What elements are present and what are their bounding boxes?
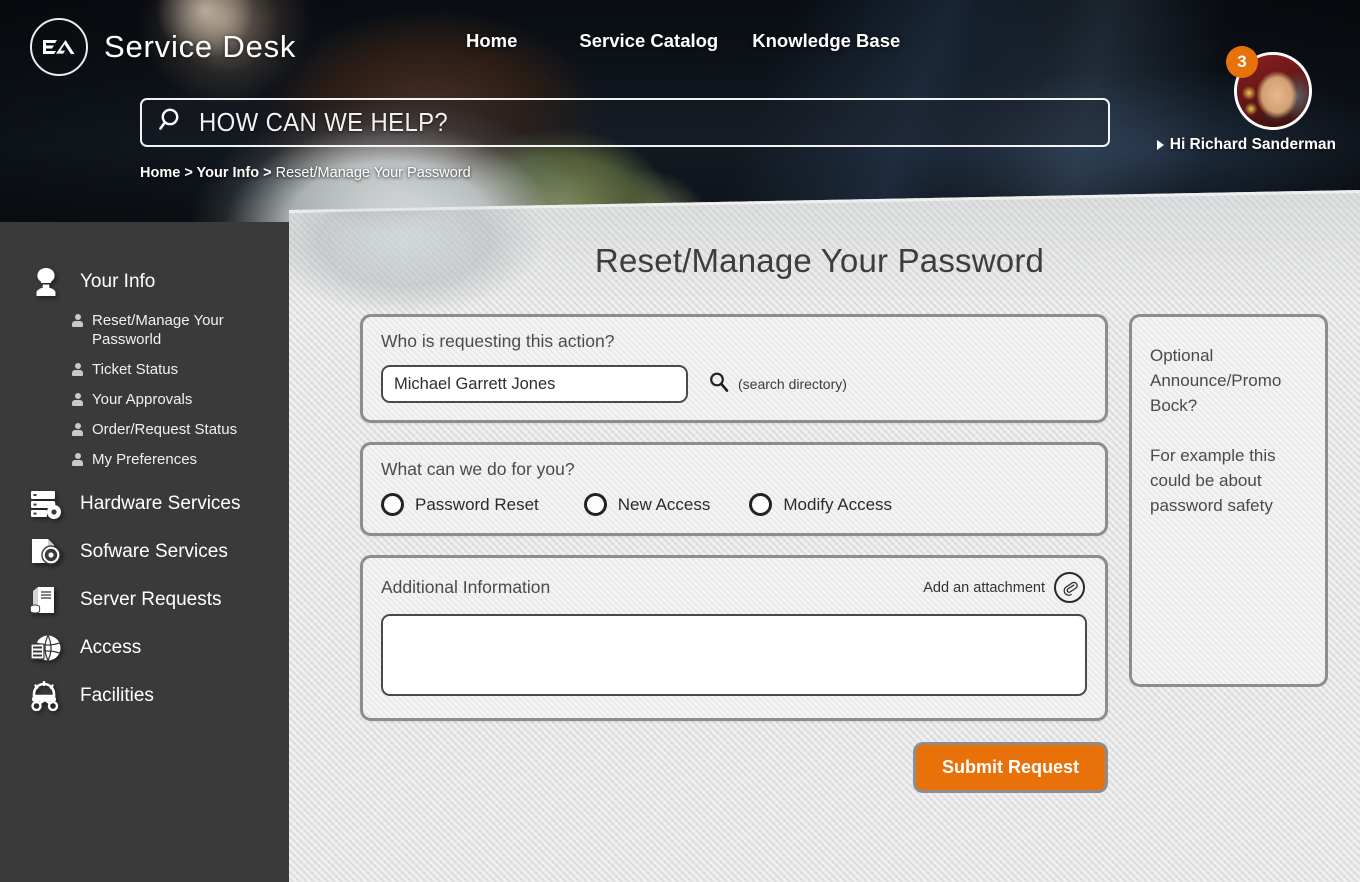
brand-logo-area[interactable]: Service Desk [30, 18, 296, 76]
globe-server-icon [26, 629, 66, 667]
add-attachment-button[interactable]: Add an attachment [923, 572, 1087, 603]
sidebar-item-label: Access [80, 637, 142, 658]
add-attachment-label: Add an attachment [923, 579, 1045, 596]
radio-circle-icon[interactable] [381, 493, 404, 516]
submit-request-button[interactable]: Submit Request [912, 742, 1108, 793]
brand-title: Service Desk [104, 29, 297, 64]
sidebar-item-label: Your Info [80, 270, 156, 292]
breadcrumb-trail[interactable]: Home > Your Info > [140, 165, 272, 181]
notification-badge[interactable]: 3 [1226, 46, 1258, 78]
sidebar-item-hardware-services[interactable]: Hardware Services [0, 480, 289, 528]
radio-circle-icon[interactable] [583, 493, 607, 516]
requester-input[interactable] [381, 365, 688, 403]
avatar-wrapper[interactable]: 3 [1226, 46, 1312, 130]
sidebar: Your Info Reset/Manage Your Passworld Ti… [0, 222, 289, 882]
additional-information-card: Additional Information Add an attachment [360, 555, 1108, 721]
sidebar-item-server-requests[interactable]: Server Requests [0, 576, 289, 624]
sidebar-item-ticket-status[interactable]: Ticket Status [72, 360, 289, 379]
search-icon [158, 106, 186, 139]
top-navigation: Home Service Catalog Knowledge Base [466, 30, 900, 52]
person-small-icon [72, 423, 83, 437]
sidebar-subitem-label: Your Approvals [92, 391, 193, 408]
sidebar-subitem-label: Order/Request Status [92, 421, 238, 438]
sidebar-item-your-info[interactable]: Your Info [0, 258, 289, 305]
submit-row: Submit Request [360, 742, 1108, 793]
person-small-icon [72, 314, 83, 328]
promo-body: For example this could be about password… [1150, 446, 1276, 515]
breadcrumb-current: Reset/Manage Your Password [275, 165, 471, 181]
sidebar-item-access[interactable]: Access [0, 624, 289, 672]
promo-heading: Optional Announce/Promo Bock? [1150, 346, 1282, 415]
service-desk-page: Service Desk Home Service Catalog Knowle… [0, 0, 1360, 882]
action-label: What can we do for you? [381, 459, 575, 479]
radio-modify-access[interactable]: Modify Access [749, 493, 892, 516]
search-directory-link[interactable]: (search directory) [708, 371, 847, 398]
requester-label: Who is requesting this action? [381, 331, 615, 351]
user-greeting[interactable]: Hi Richard Sanderman [1120, 136, 1340, 154]
gear-wrench-icon [26, 677, 66, 715]
radio-label: Modify Access [783, 494, 893, 514]
content-panel: Reset/Manage Your Password Who is reques… [289, 190, 1360, 882]
person-small-icon [72, 393, 83, 407]
global-search-bar[interactable]: HOW CAN WE HELP? [140, 98, 1110, 147]
sidebar-subitem-label: My Preferences [92, 451, 198, 468]
search-directory-label: (search directory) [738, 376, 847, 392]
server-rack-icon [26, 581, 66, 619]
additional-information-header: Additional Information Add an attachment [381, 572, 1087, 603]
chevron-right-icon [1156, 140, 1164, 150]
radio-label: Password Reset [415, 494, 539, 514]
search-input[interactable]: HOW CAN WE HELP? [199, 107, 448, 138]
requester-row: (search directory) [381, 365, 1087, 403]
sidebar-item-your-approvals[interactable]: Your Approvals [72, 390, 289, 409]
sidebar-item-software-services[interactable]: Sofware Services [0, 528, 289, 576]
disc-document-icon [26, 533, 66, 571]
person-small-icon [72, 453, 83, 467]
user-greeting-label: Hi Richard Sanderman [1169, 136, 1336, 153]
ea-logo-icon [30, 18, 88, 76]
radio-label: New Access [617, 494, 711, 514]
sidebar-item-facilities[interactable]: Facilities [0, 672, 289, 720]
sidebar-sublist-your-info: Reset/Manage Your Passworld Ticket Statu… [0, 305, 289, 469]
sidebar-subitem-label: Reset/Manage Your Passworld [92, 312, 224, 348]
action-card: What can we do for you? Password Reset N… [360, 442, 1108, 536]
radio-new-access[interactable]: New Access [583, 493, 711, 516]
action-radio-group: Password Reset New Access Modify Access [381, 493, 1087, 516]
sidebar-item-label: Facilities [80, 685, 154, 706]
sidebar-group-your-info: Your Info Reset/Manage Your Passworld Ti… [0, 258, 289, 469]
additional-information-textarea[interactable] [381, 614, 1087, 696]
person-small-icon [72, 363, 83, 377]
nav-item-knowledge-base[interactable]: Knowledge Base [752, 30, 900, 52]
request-form: Who is requesting this action? (search d… [360, 314, 1108, 793]
sidebar-subitem-label: Ticket Status [92, 361, 179, 378]
search-icon [708, 371, 730, 398]
requester-card: Who is requesting this action? (search d… [360, 314, 1108, 423]
nav-item-service-catalog[interactable]: Service Catalog [579, 30, 718, 52]
person-bust-icon [26, 263, 66, 301]
page-title: Reset/Manage Your Password [594, 242, 1045, 279]
sidebar-item-label: Sofware Services [80, 541, 228, 562]
promo-panel: Optional Announce/Promo Bock? For exampl… [1129, 314, 1328, 687]
user-menu[interactable]: 3 Hi Richard Sanderman [1120, 46, 1340, 154]
breadcrumb: Home > Your Info > Reset/Manage Your Pas… [140, 165, 471, 181]
sidebar-item-reset-manage-password[interactable]: Reset/Manage Your Passworld [72, 311, 289, 349]
additional-information-label: Additional Information [381, 577, 551, 597]
nav-item-home[interactable]: Home [466, 30, 517, 52]
sidebar-item-label: Server Requests [80, 589, 222, 610]
paperclip-icon [1054, 572, 1085, 603]
sidebar-item-my-preferences[interactable]: My Preferences [72, 450, 289, 469]
server-gear-icon [26, 485, 66, 523]
sidebar-item-label: Hardware Services [80, 493, 241, 514]
sidebar-item-order-request-status[interactable]: Order/Request Status [72, 420, 289, 439]
radio-password-reset[interactable]: Password Reset [381, 493, 539, 516]
radio-circle-icon[interactable] [749, 493, 773, 516]
